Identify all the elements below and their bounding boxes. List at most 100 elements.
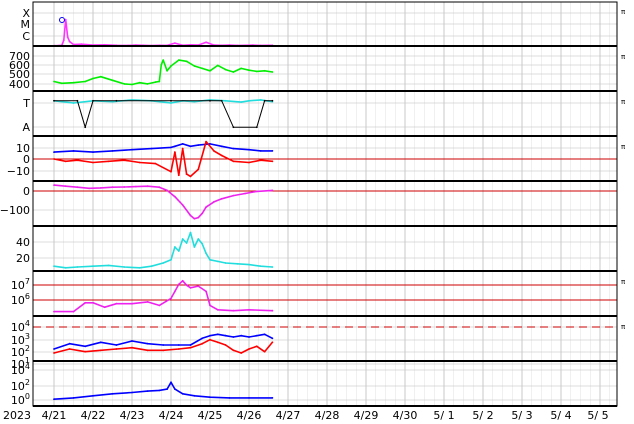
data-point [232,160,235,163]
data-point [205,41,208,44]
data-point [68,348,71,350]
data-point [174,290,176,293]
data-point [131,302,133,305]
data-point [259,150,262,152]
data-point [115,344,118,346]
data-point [220,99,223,102]
data-point [162,344,165,346]
data-point [271,99,274,102]
data-point [174,42,176,44]
data-point [193,217,196,220]
data-point [193,246,196,248]
data-point [209,258,211,261]
y-tick-label: 107 [11,277,30,292]
x-tick-label: 2023 [3,409,31,422]
data-point [232,194,235,197]
data-point [146,185,149,188]
data-point [224,262,227,264]
data-point [240,352,243,354]
data-point [197,216,200,219]
data-point [92,301,94,304]
y-tick-label: C [22,30,30,43]
data-point [64,266,67,269]
data-point [154,162,157,165]
data-point [197,285,200,287]
data-point [53,310,55,313]
data-point [111,79,114,82]
y-tick-label: 100 [11,392,30,407]
data-point [53,99,55,102]
data-point [255,70,258,73]
y-tick-base: 10 [11,294,25,307]
data-point [146,349,149,352]
y-tick-label: 20 [16,252,30,265]
y-tick-base: 10 [11,394,25,407]
data-point [181,143,184,145]
panel-imf-phi: TAπ [22,97,626,137]
plot-frame [32,1,618,407]
data-point [259,99,262,101]
data-point [162,59,165,61]
data-point [271,337,274,340]
y-tick-exponent: 2 [25,378,30,387]
data-point [263,333,266,336]
y-tick-exponent: 6 [25,292,30,301]
data-point [248,397,250,399]
data-point [53,151,55,154]
data-point [205,252,208,255]
data-point [177,283,180,286]
right-marker: π [621,278,626,286]
panel-electrons: 107106π [11,277,626,317]
data-point [201,212,204,215]
y-tick-label: 102 [11,378,30,393]
data-point [209,396,211,399]
data-point [181,204,184,206]
data-point [189,175,192,178]
data-point [158,186,161,189]
y-tick-exponent: 4 [25,319,30,328]
data-point [84,80,87,83]
data-point [197,238,200,240]
data-point [259,159,262,162]
y-tick-label: 104 [11,362,30,377]
data-point [123,83,126,85]
data-point [60,82,63,85]
x-tick-label: 5/ 1 [433,409,454,422]
x-tick-label: 4/23 [120,409,145,422]
data-point [209,99,211,102]
data-point [185,173,188,176]
data-point [162,262,165,264]
data-point [201,242,204,245]
y-tick-exponent: 0 [25,392,30,401]
data-point [232,336,235,338]
series-line [53,18,273,47]
data-point [72,150,75,152]
data-point [271,341,274,344]
data-point [255,190,258,193]
data-point [181,392,184,395]
data-point [131,340,133,342]
y-tick-label: A [22,121,30,134]
data-point [158,304,161,307]
y-tick-label: 400 [9,78,30,91]
data-point [189,231,192,234]
x-tick-label: 5/ 4 [550,409,571,422]
data-point [240,101,243,103]
data-point [209,304,211,307]
data-point [174,145,176,148]
data-point [216,260,219,263]
y-tick-base: 10 [11,279,25,292]
data-point [271,160,274,163]
data-point [193,65,196,67]
panel-xray: XMCπ [21,7,626,47]
data-point [99,341,102,344]
data-point [53,158,55,160]
data-point [162,349,165,352]
data-point [201,67,204,70]
data-point [263,350,266,353]
right-marker: π [621,8,626,16]
data-point [84,350,87,353]
x-tick-label: 4/28 [315,409,340,422]
x-tick-label: 4/22 [81,409,106,422]
data-point [158,80,161,83]
